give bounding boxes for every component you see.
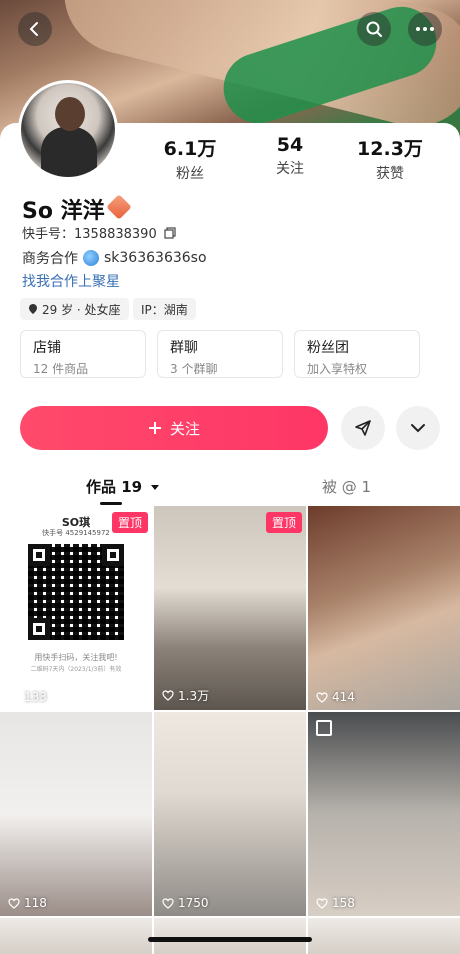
ip-tag: IP：湖南	[133, 298, 196, 320]
heart-icon	[162, 690, 174, 701]
shop-card[interactable]: 店铺 12 件商品	[20, 330, 146, 378]
image-album-icon	[316, 720, 332, 736]
post-likes-count: 1.3万	[178, 689, 210, 703]
business-contact: 商务合作 sk36363636so	[22, 248, 207, 268]
profile-name: So 洋洋	[22, 199, 105, 224]
followers-count: 6.1万	[163, 138, 217, 160]
heart-icon	[8, 691, 20, 703]
post-tile[interactable]: 1750	[154, 712, 306, 916]
following-stat[interactable]: 54 关注	[262, 134, 318, 178]
group-chat-subtitle: 3 个群聊	[170, 362, 218, 376]
likes-label: 获赞	[376, 166, 404, 182]
shop-card-subtitle: 12 件商品	[33, 362, 89, 376]
search-button[interactable]	[357, 12, 391, 46]
following-count: 54	[276, 134, 304, 156]
follow-button-label: 关注	[169, 419, 200, 438]
business-label: 商务合作	[22, 251, 78, 267]
post-tile[interactable]: 118	[0, 712, 152, 916]
followers-stat[interactable]: 6.1万 粉丝	[160, 134, 220, 183]
post-tile[interactable]: SO琪 快手号 4529145972 用快手扫码，关注我吧! 二维码7天内（20…	[0, 506, 152, 710]
business-contact-text: sk36363636so	[104, 250, 207, 266]
heart-icon	[316, 691, 328, 703]
copy-icon[interactable]	[164, 227, 176, 239]
following-label: 关注	[276, 161, 304, 177]
chevron-left-icon	[29, 22, 38, 36]
caret-down-icon	[151, 485, 160, 490]
tab-mentions[interactable]: 被 @ 1	[322, 476, 371, 497]
post-likes: 158	[316, 896, 355, 910]
pinned-badge: 置顶	[265, 512, 302, 533]
back-button[interactable]	[18, 12, 52, 46]
location-pin-icon	[29, 304, 37, 314]
post-likes-count: 158	[332, 896, 355, 910]
kuaishou-id[interactable]: 快手号：1358838390	[22, 223, 176, 242]
post-likes-count: 1750	[178, 896, 209, 910]
share-button[interactable]	[341, 406, 385, 450]
more-dots-icon	[416, 27, 434, 31]
heart-icon	[316, 897, 328, 909]
chevron-down-icon	[411, 424, 425, 433]
globe-icon	[83, 250, 99, 266]
fan-club-title: 粉丝团	[307, 340, 349, 356]
followers-label: 粉丝	[176, 166, 204, 182]
kuaishou-id-text: 快手号：1358838390	[22, 227, 157, 242]
post-likes: 1750	[162, 896, 209, 910]
post-likes: 1.3万	[162, 687, 209, 704]
avatar[interactable]	[18, 80, 118, 180]
age-tag: 29 岁 · 处女座	[20, 298, 129, 320]
group-chat-title: 群聊	[170, 340, 198, 356]
post-tile[interactable]	[154, 918, 306, 954]
heart-icon	[8, 897, 20, 909]
send-icon	[355, 420, 371, 436]
post-tile[interactable]: 414	[308, 506, 460, 710]
fan-club-card[interactable]: 粉丝团 加入享特权	[294, 330, 420, 378]
post-tile[interactable]	[0, 918, 152, 954]
plus-icon	[148, 422, 161, 434]
group-chat-card[interactable]: 群聊 3 个群聊	[157, 330, 283, 378]
post-likes-count: 118	[24, 896, 47, 910]
post-likes-count: 414	[332, 690, 355, 704]
post-tile[interactable]: 置顶 1.3万	[154, 506, 306, 710]
likes-stat[interactable]: 12.3万 获赞	[356, 134, 424, 183]
cooperation-link[interactable]: 找我合作上聚星	[22, 271, 120, 291]
follow-button[interactable]: 关注	[20, 406, 328, 450]
shop-card-title: 店铺	[33, 340, 61, 356]
qr-card-footer-note: 二维码7天内（2023/1/3前）有效	[30, 666, 122, 673]
post-tile[interactable]	[308, 918, 460, 954]
search-icon	[366, 21, 382, 37]
pinned-badge: 置顶	[111, 512, 148, 533]
qr-card-footer: 用快手扫码，关注我吧!	[34, 653, 118, 662]
post-likes: 118	[8, 896, 47, 910]
ip-tag-text: IP：湖南	[141, 302, 188, 317]
more-button[interactable]	[408, 12, 442, 46]
tab-mentions-label: 被 @ 1	[322, 478, 372, 496]
likes-count: 12.3万	[357, 138, 423, 160]
tab-works-label: 作品 19	[86, 478, 143, 496]
post-tile[interactable]: 158	[308, 712, 460, 916]
post-likes-count: 133	[24, 690, 47, 704]
expand-button[interactable]	[396, 406, 440, 450]
post-likes: 414	[316, 690, 355, 704]
age-tag-text: 29 岁 · 处女座	[42, 302, 121, 317]
tab-active-indicator	[100, 502, 122, 505]
fan-club-subtitle: 加入享特权	[307, 362, 368, 376]
home-indicator	[148, 937, 312, 942]
post-likes: 133	[8, 690, 47, 704]
heart-icon	[162, 897, 174, 909]
tab-works[interactable]: 作品 19	[86, 476, 160, 497]
